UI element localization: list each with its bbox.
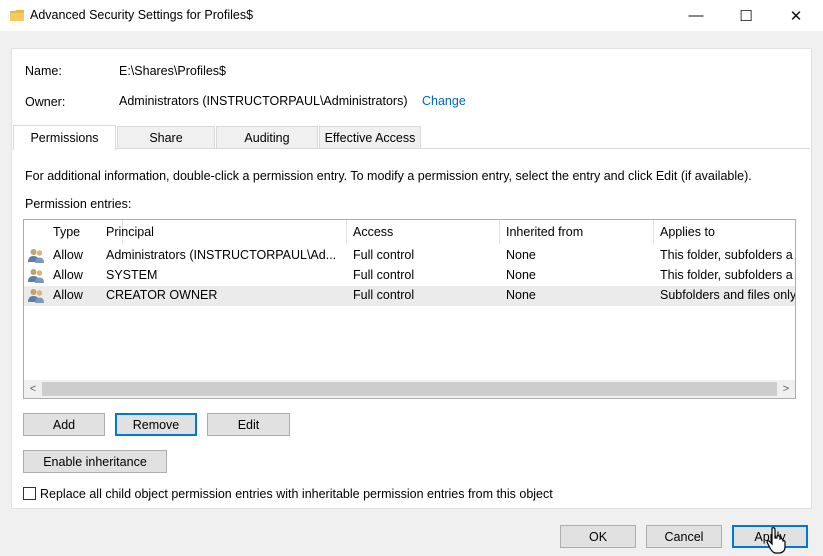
column-header-applies-to[interactable]: Applies to — [654, 220, 795, 244]
table-row-selected[interactable]: Allow CREATOR OWNER Full control None Su… — [24, 286, 795, 306]
replace-child-permissions-label[interactable]: Replace all child object permission entr… — [40, 487, 553, 501]
scroll-left-arrow[interactable]: < — [24, 380, 42, 398]
replace-child-permissions-checkbox[interactable] — [23, 487, 36, 500]
owner-value: Administrators (INSTRUCTORPAUL\Administr… — [119, 94, 408, 108]
window-title: Advanced Security Settings for Profiles$ — [30, 8, 254, 22]
tab-effective-access[interactable]: Effective Access — [319, 126, 421, 149]
users-icon — [28, 269, 44, 283]
permissions-info-text: For additional information, double-click… — [25, 169, 752, 183]
cell-type: Allow — [53, 288, 83, 302]
tab-share[interactable]: Share — [117, 126, 215, 149]
cell-applies-to: Subfolders and files only — [660, 288, 795, 302]
permission-entries-list[interactable]: Type Principal Access Inherited from App… — [23, 219, 796, 399]
change-owner-link[interactable]: Change — [422, 94, 466, 108]
table-row[interactable]: Allow SYSTEM Full control None This fold… — [24, 266, 795, 286]
cell-inherited-from: None — [506, 268, 536, 282]
scroll-right-arrow[interactable]: > — [777, 380, 795, 398]
users-icon — [28, 249, 44, 263]
title-bar: Advanced Security Settings for Profiles$… — [0, 0, 823, 31]
remove-button[interactable]: Remove — [115, 413, 197, 436]
tab-auditing[interactable]: Auditing — [216, 126, 318, 149]
column-header-access[interactable]: Access — [347, 220, 500, 244]
name-value: E:\Shares\Profiles$ — [119, 64, 226, 78]
column-header-principal[interactable]: Principal — [100, 220, 347, 244]
cell-inherited-from: None — [506, 248, 536, 262]
cell-access: Full control — [353, 268, 415, 282]
cell-principal: CREATOR OWNER — [106, 288, 218, 302]
cell-inherited-from: None — [506, 288, 536, 302]
cell-applies-to: This folder, subfolders a — [660, 268, 793, 282]
name-label: Name: — [25, 64, 62, 78]
cancel-button[interactable]: Cancel — [646, 525, 722, 548]
users-icon — [28, 289, 44, 303]
ok-button[interactable]: OK — [560, 525, 636, 548]
folder-icon — [10, 10, 24, 21]
cell-principal: Administrators (INSTRUCTORPAUL\Ad... — [106, 248, 337, 262]
enable-inheritance-button[interactable]: Enable inheritance — [23, 450, 167, 473]
close-button[interactable]: ✕ — [773, 0, 819, 31]
cell-access: Full control — [353, 248, 415, 262]
owner-label: Owner: — [25, 95, 66, 109]
permission-entries-label: Permission entries: — [25, 197, 132, 211]
maximize-button[interactable]: ☐ — [723, 0, 769, 31]
column-header-inherited-from[interactable]: Inherited from — [500, 220, 654, 244]
edit-button[interactable]: Edit — [207, 413, 290, 436]
cell-type: Allow — [53, 248, 83, 262]
mouse-cursor-icon — [766, 527, 786, 554]
horizontal-scrollbar[interactable]: < > — [24, 380, 795, 398]
minimize-button[interactable]: — — [673, 0, 719, 31]
scrollbar-thumb[interactable] — [42, 382, 777, 396]
cell-access: Full control — [353, 288, 415, 302]
tab-permissions[interactable]: Permissions — [13, 125, 116, 150]
cell-principal: SYSTEM — [106, 268, 158, 282]
cell-applies-to: This folder, subfolders a — [660, 248, 793, 262]
table-row[interactable]: Allow Administrators (INSTRUCTORPAUL\Ad.… — [24, 246, 795, 266]
cell-type: Allow — [53, 268, 83, 282]
add-button[interactable]: Add — [23, 413, 105, 436]
